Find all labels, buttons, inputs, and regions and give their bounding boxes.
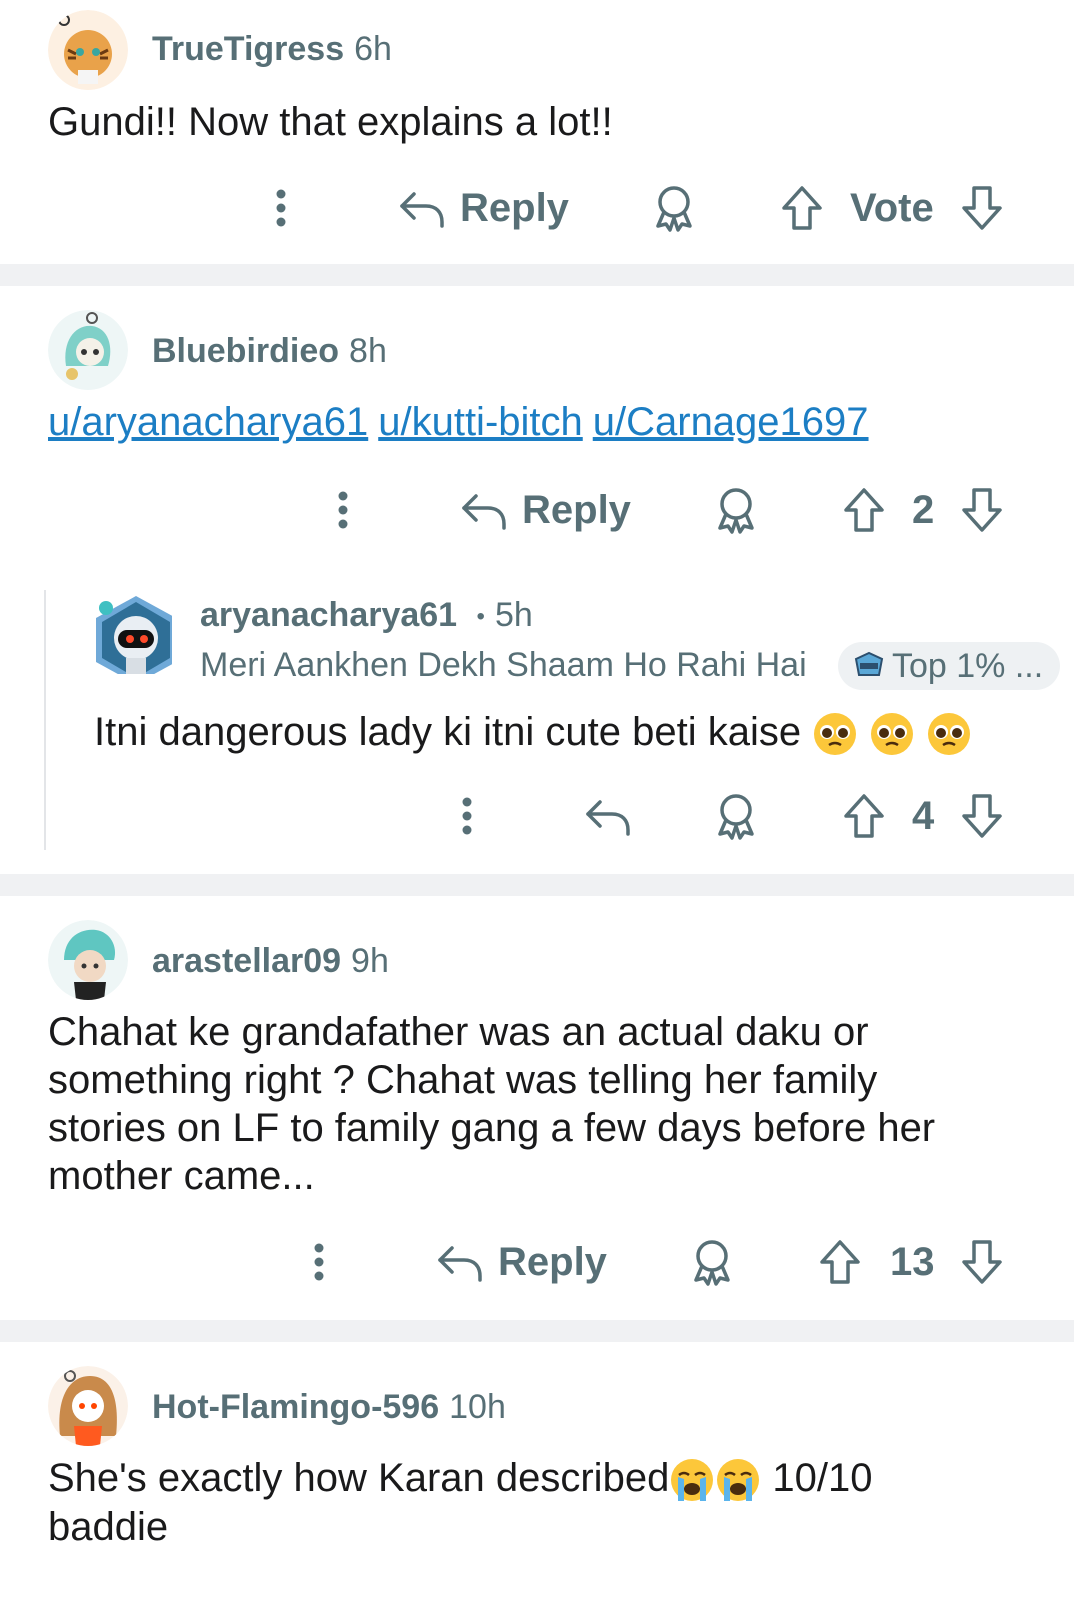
- user-flair: Meri Aankhen Dekh Shaam Ho Rahi Hai: [200, 646, 807, 684]
- reply-meta: aryanacharya61 • 5h: [200, 596, 533, 635]
- award-button[interactable]: [714, 480, 758, 540]
- comment: arastellar09 9h Chahat ke grandafather wa…: [0, 896, 1074, 1320]
- vote-count: 2: [912, 487, 935, 532]
- reply-button[interactable]: Reply: [436, 1232, 607, 1292]
- vote-count: 13: [890, 1239, 935, 1284]
- award-icon: [656, 186, 692, 232]
- username[interactable]: aryanacharya61: [200, 596, 457, 634]
- comment: TrueTigress 6h Gundi!! Now that explains …: [0, 0, 1074, 264]
- pleading-face-emoji: [871, 713, 914, 756]
- upvote-button[interactable]: [842, 786, 886, 846]
- upvote-button[interactable]: [818, 1232, 862, 1292]
- comment-meta: Hot-Flamingo-596 10h: [152, 1388, 506, 1427]
- comment-actions: Reply 2: [0, 480, 1074, 540]
- reply-button[interactable]: Reply: [460, 480, 631, 540]
- comment-actions: Reply 13: [0, 1232, 1074, 1292]
- reply-arrow-icon: [400, 192, 444, 228]
- username[interactable]: arastellar09: [152, 942, 341, 980]
- contributor-badge[interactable]: Top 1% ...: [838, 642, 1060, 690]
- downvote-button[interactable]: [960, 786, 1004, 846]
- reply-arrow-icon: [586, 800, 630, 836]
- downvote-button[interactable]: [960, 480, 1004, 540]
- overflow-menu-icon: [338, 491, 348, 529]
- comment-body: Gundi!! Now that explains a lot!!: [48, 100, 613, 144]
- upvote-button[interactable]: [842, 480, 886, 540]
- overflow-menu-icon: [276, 189, 286, 227]
- avatar[interactable]: [48, 1366, 128, 1446]
- divider: [0, 874, 1074, 896]
- downvote-icon: [962, 186, 1002, 230]
- pleading-face-emoji: [814, 713, 857, 756]
- downvote-icon: [962, 794, 1002, 838]
- crying-face-emoji: [717, 1459, 760, 1502]
- award-button[interactable]: [652, 178, 696, 238]
- divider: [0, 264, 1074, 286]
- reply-arrow-icon: [438, 1246, 482, 1282]
- overflow-menu-button[interactable]: [452, 786, 482, 846]
- reply-button[interactable]: Reply: [398, 178, 569, 238]
- crying-face-emoji: [671, 1459, 714, 1502]
- vote-count: 4: [912, 793, 935, 838]
- downvote-icon: [962, 1240, 1002, 1284]
- comment-body: Chahat ke grandafather was an actual dak…: [48, 1010, 936, 1198]
- upvote-icon: [844, 794, 884, 838]
- comment-body: She's exactly how Karan described 10/10 …: [48, 1456, 873, 1550]
- timestamp: 10h: [449, 1388, 506, 1426]
- timestamp: 5h: [494, 596, 533, 634]
- reply-label: Reply: [522, 487, 631, 532]
- user-mention-link[interactable]: u/kutti-bitch: [378, 400, 583, 444]
- timestamp: 9h: [351, 942, 389, 980]
- upvote-icon: [782, 186, 822, 230]
- comment-meta: Bluebirdieo 8h: [152, 332, 387, 371]
- avatar[interactable]: [48, 920, 128, 1000]
- award-button[interactable]: [714, 786, 758, 846]
- comment-body: u/aryanacharya61 u/kutti-bitch u/Carnage16…: [48, 398, 879, 446]
- user-mention-link[interactable]: u/aryanacharya61: [48, 400, 368, 444]
- award-button[interactable]: [690, 1232, 734, 1292]
- downvote-button[interactable]: [960, 178, 1004, 238]
- comment-meta: TrueTigress 6h: [152, 30, 392, 69]
- reply-label: Reply: [460, 185, 569, 230]
- top-contributor-icon: [854, 651, 884, 676]
- overflow-menu-button[interactable]: [328, 480, 358, 540]
- overflow-menu-icon: [462, 797, 472, 835]
- username[interactable]: Bluebirdieo: [152, 332, 339, 370]
- downvote-button[interactable]: [960, 1232, 1004, 1292]
- badge-label: Top 1% ...: [892, 646, 1044, 685]
- avatar[interactable]: [48, 10, 128, 90]
- overflow-menu-icon: [314, 1243, 324, 1281]
- comment-actions: Reply Vote: [0, 178, 1074, 238]
- user-mention-link[interactable]: u/Carnage1697: [593, 400, 869, 444]
- pleading-face-emoji: [928, 713, 971, 756]
- reply-label: Reply: [498, 1239, 607, 1284]
- upvote-button[interactable]: [780, 178, 824, 238]
- overflow-menu-button[interactable]: [266, 178, 296, 238]
- award-icon: [718, 488, 754, 534]
- avatar[interactable]: [92, 594, 172, 674]
- overflow-menu-button[interactable]: [304, 1232, 334, 1292]
- divider: [0, 1320, 1074, 1342]
- reply-button[interactable]: [584, 786, 632, 846]
- vote-label: Vote: [850, 185, 934, 230]
- reply-arrow-icon: [462, 494, 506, 530]
- upvote-icon: [820, 1240, 860, 1284]
- reply-body: Itni dangerous lady ki itni cute beti ka…: [94, 708, 972, 757]
- upvote-icon: [844, 488, 884, 532]
- downvote-icon: [962, 488, 1002, 532]
- timestamp: 6h: [354, 30, 392, 68]
- award-icon: [718, 794, 754, 840]
- username[interactable]: TrueTigress: [152, 30, 344, 68]
- award-icon: [694, 1240, 730, 1286]
- meta-separator: •: [476, 603, 485, 631]
- comment: Bluebirdieo 8h u/aryanacharya61 u/kutti-bi…: [0, 286, 1074, 874]
- comment-meta: arastellar09 9h: [152, 942, 389, 981]
- timestamp: 8h: [349, 332, 387, 370]
- reply-actions: 4: [0, 786, 1074, 846]
- avatar[interactable]: [48, 310, 128, 390]
- username[interactable]: Hot-Flamingo-596: [152, 1388, 439, 1426]
- comment: Hot-Flamingo-596 10h She's exactly how Ka…: [0, 1342, 1074, 1600]
